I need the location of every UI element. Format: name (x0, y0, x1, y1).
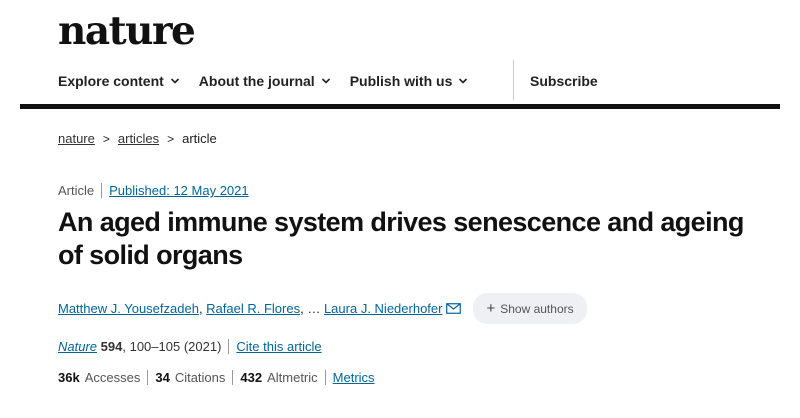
main-nav: Explore content About the journal Publis… (58, 60, 598, 100)
article-meta: Article Published: 12 May 2021 (58, 183, 249, 198)
nav-publish-with-us-label: Publish with us (349, 73, 453, 89)
nav-publish-with-us[interactable]: Publish with us (350, 73, 469, 89)
breadcrumb-separator-icon: > (102, 131, 110, 146)
accesses-count: 36k (58, 370, 80, 385)
mail-icon[interactable] (446, 303, 462, 314)
author-link[interactable]: Matthew J. Yousefzadeh (58, 301, 199, 316)
chevron-down-icon (459, 78, 468, 84)
spacer: , (122, 339, 130, 354)
breadcrumb-articles[interactable]: articles (118, 131, 159, 146)
nature-logo[interactable]: nature (58, 8, 196, 54)
plus-icon: + (486, 300, 496, 317)
metrics-link[interactable]: Metrics (333, 370, 375, 385)
breadcrumb-current: article (182, 131, 217, 146)
published-date-link[interactable]: Published: 12 May 2021 (109, 183, 248, 198)
breadcrumb-nature[interactable]: nature (58, 131, 95, 146)
article-type: Article (58, 183, 95, 198)
journal-link[interactable]: Nature (58, 339, 97, 354)
citations-label: Citations (174, 370, 226, 385)
nav-explore-content[interactable]: Explore content (58, 73, 180, 89)
metrics-divider (232, 370, 234, 385)
author-separator: , (300, 301, 308, 316)
accesses-label: Accesses (84, 370, 141, 385)
altmetric-count: 432 (240, 370, 263, 385)
article-title: An aged immune system drives senescence … (58, 207, 744, 270)
chevron-down-icon (170, 78, 179, 84)
chevron-down-icon (321, 78, 330, 84)
authors-ellipsis: … (307, 301, 321, 316)
metrics-line: 36k Accesses 34 Citations 432 Altmetric … (58, 370, 375, 385)
breadcrumb-separator-icon: > (167, 131, 175, 146)
nav-about-journal[interactable]: About the journal (199, 73, 331, 89)
author-link[interactable]: Rafael R. Flores (206, 301, 300, 316)
citation-divider (228, 339, 230, 354)
header-rule (20, 104, 780, 109)
altmetric-label: Altmetric (267, 370, 318, 385)
nav-about-journal-label: About the journal (198, 73, 315, 89)
show-authors-label: Show authors (500, 301, 574, 316)
pages-year: 100–105 (2021) (129, 339, 222, 354)
metrics-divider (147, 370, 149, 385)
citation-line: Nature 594 , 100–105 (2021) Cite this ar… (58, 339, 322, 354)
show-authors-button[interactable]: + Show authors (473, 293, 587, 324)
author-link[interactable]: Laura J. Niederhofer (324, 301, 443, 316)
cite-this-article-link[interactable]: Cite this article (236, 339, 321, 354)
meta-divider (101, 183, 103, 198)
nav-divider (513, 60, 514, 100)
citations-count: 34 (155, 370, 170, 385)
nav-explore-content-label: Explore content (58, 73, 164, 89)
author-separator: , (198, 301, 207, 316)
journal-name: Nature (58, 339, 97, 354)
volume: 594 (100, 339, 123, 354)
metrics-divider (324, 370, 326, 385)
nav-subscribe[interactable]: Subscribe (530, 73, 598, 89)
author-list: Matthew J. Yousefzadeh , Rafael R. Flore… (58, 293, 587, 324)
breadcrumb: nature > articles > article (58, 131, 217, 146)
